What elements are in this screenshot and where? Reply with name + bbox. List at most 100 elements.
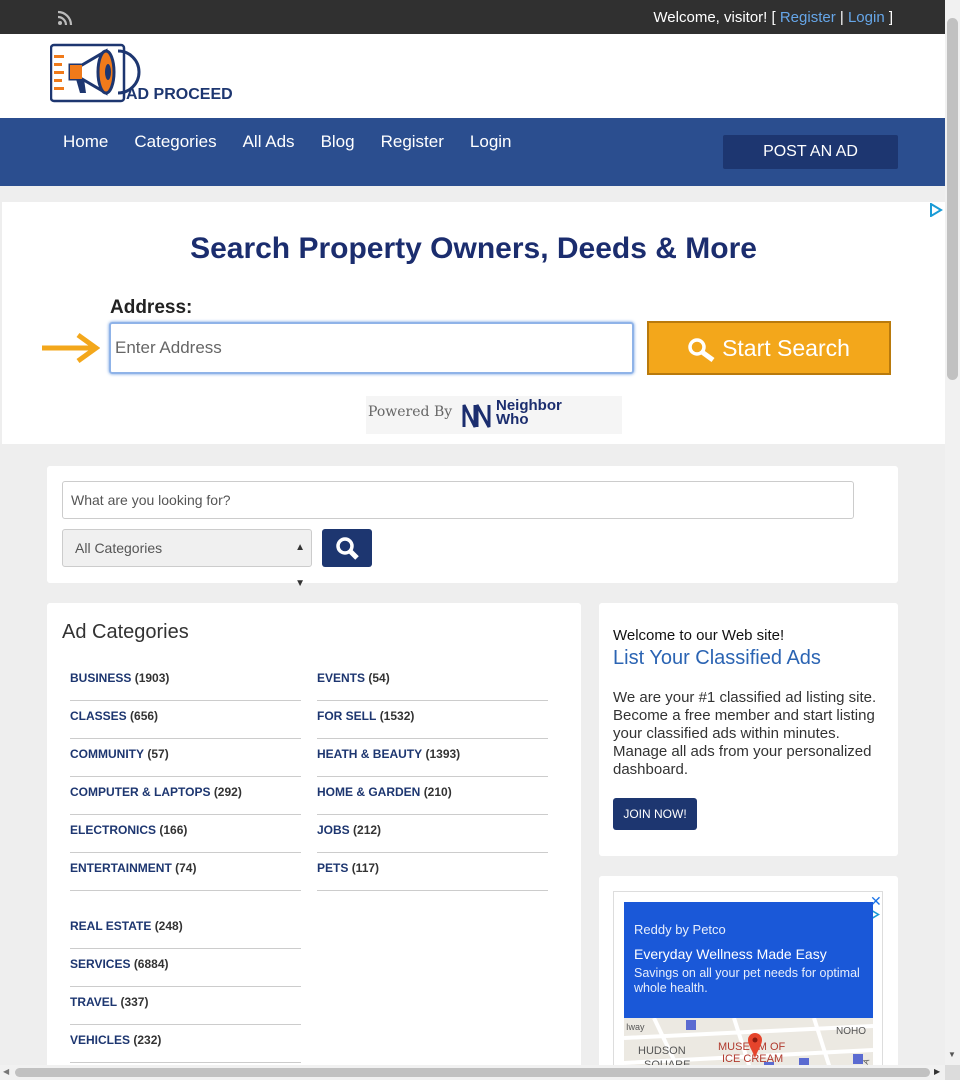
category-item[interactable]: JOBS (212) [317,823,548,853]
main-nav: Home Categories All Ads Blog Register Lo… [0,118,945,186]
category-name[interactable]: BUSINESS [70,671,131,685]
category-count: (210) [423,785,452,799]
category-count: (117) [351,861,380,875]
vertical-scrollbar-thumb[interactable] [947,18,958,380]
search-button[interactable] [322,529,372,567]
category-name[interactable]: ENTERTAINMENT [70,861,172,875]
search-panel: What are you looking for? All Categories… [47,466,898,589]
address-input[interactable]: Enter Address [109,322,634,374]
adchoices-icon[interactable] [929,203,943,217]
category-name[interactable]: COMMUNITY [70,747,144,761]
category-item[interactable]: HOME & GARDEN (210) [317,785,548,815]
side-ad-content[interactable]: Reddy by Petco Everyday Wellness Made Ea… [624,902,873,1080]
join-now-button[interactable]: JOIN NOW! [613,798,697,830]
category-name[interactable]: PETS [317,861,348,875]
category-count: (166) [159,823,188,837]
category-item[interactable]: SERVICES (6884) [70,957,301,987]
welcome-subtitle: Welcome to our Web site! [613,627,785,644]
nav-menu: Home Categories All Ads Blog Register Lo… [63,132,538,152]
powered-by-text: Powered By [368,404,453,420]
nav-register[interactable]: Register [381,132,444,152]
welcome-prefix: Welcome, visitor! [ [653,9,776,26]
arrow-right-icon [42,332,100,364]
category-count: (232) [133,1033,162,1047]
welcome-message: Welcome, visitor! [ Register | Login ] [653,9,893,26]
category-count: (74) [175,861,197,875]
side-ad-brand: Reddy by Petco [634,922,726,937]
category-name[interactable]: SERVICES [70,957,130,971]
logo-text: AD PROCEED [126,86,233,103]
category-name[interactable]: JOBS [317,823,350,837]
scroll-left-icon[interactable]: ◀ [3,1067,9,1076]
nav-all-ads[interactable]: All Ads [243,132,295,152]
category-name[interactable]: REAL ESTATE [70,919,151,933]
category-count: (54) [368,671,390,685]
category-item[interactable]: ELECTRONICS (166) [70,823,301,853]
ad-categories-panel: Ad Categories BUSINESS (1903) CLASSES (6… [47,603,581,1080]
nav-blog[interactable]: Blog [321,132,355,152]
category-name[interactable]: TRAVEL [70,995,117,1009]
category-name[interactable]: ELECTRONICS [70,823,156,837]
welcome-title: List Your Classified Ads [613,647,821,669]
category-item[interactable]: COMMUNITY (57) [70,747,301,777]
category-count: (1532) [379,709,415,723]
login-link[interactable]: Login [848,9,885,26]
side-ad[interactable]: ✕ Reddy by Petco Everyday Wellness Made … [613,891,883,1080]
category-item[interactable]: HEATH & BEAUTY (1393) [317,747,548,777]
site-logo[interactable]: AD PROCEED [50,43,240,105]
welcome-suffix: ] [888,9,893,26]
category-name[interactable]: VEHICLES [70,1033,130,1047]
category-item[interactable]: ENTERTAINMENT (74) [70,861,301,891]
register-link[interactable]: Register [780,9,836,26]
category-item[interactable]: PETS (117) [317,861,548,891]
neighborwho-brand: Neighbor Who [496,398,562,428]
banner-ad-title: Search Property Owners, Deeds & More [190,232,757,265]
nav-categories[interactable]: Categories [134,132,216,152]
category-count: (292) [213,785,242,799]
side-ad-subtext: Savings on all your pet needs for optima… [634,966,860,995]
ad-categories-heading: Ad Categories [62,621,189,643]
category-name[interactable]: HOME & GARDEN [317,785,420,799]
category-name[interactable]: EVENTS [317,671,365,685]
search-input[interactable]: What are you looking for? [62,481,854,519]
post-ad-button[interactable]: POST AN AD [723,135,898,169]
search-icon [336,537,359,560]
category-item[interactable]: COMPUTER & LAPTOPS (292) [70,785,301,815]
side-ad-headline: Everyday Wellness Made Easy [634,946,827,962]
category-item[interactable]: EVENTS (54) [317,671,548,701]
category-item[interactable]: FOR SELL (1532) [317,709,548,739]
horizontal-scrollbar-thumb[interactable] [15,1068,930,1077]
banner-ad[interactable]: Search Property Owners, Deeds & More Add… [2,202,945,444]
category-count: (57) [147,747,169,761]
category-name[interactable]: CLASSES [70,709,127,723]
powered-by: Powered By Neighbor Who [366,396,622,434]
category-item[interactable]: BUSINESS (1903) [70,671,301,701]
category-item[interactable]: CLASSES (656) [70,709,301,739]
welcome-description: We are your #1 classified ad listing sit… [613,689,877,778]
category-count: (1393) [425,747,461,761]
scroll-down-icon[interactable]: ▼ [948,1050,956,1059]
rss-icon[interactable] [57,10,73,26]
start-search-button[interactable]: Start Search [647,321,891,375]
scroll-right-icon[interactable]: ▶ [934,1067,940,1076]
category-item[interactable]: TRAVEL (337) [70,995,301,1025]
separator: | [839,9,844,26]
search-icon [688,338,715,362]
nav-login[interactable]: Login [470,132,512,152]
nav-home[interactable]: Home [63,132,108,152]
header: AD PROCEED [0,34,945,118]
map-label: NOHO [836,1026,866,1037]
category-name[interactable]: COMPUTER & LAPTOPS [70,785,210,799]
brand-line2: Who [496,411,529,428]
map-label: Iway [626,1022,645,1032]
category-select-value: All Categories [75,540,163,556]
category-count: (248) [154,919,183,933]
category-name[interactable]: FOR SELL [317,709,376,723]
category-count: (337) [120,995,149,1009]
address-label: Address: [110,297,193,318]
category-count: (6884) [133,957,169,971]
category-item[interactable]: VEHICLES (232) [70,1033,301,1063]
category-name[interactable]: HEATH & BEAUTY [317,747,422,761]
category-select[interactable]: All Categories ▲ ▼ [62,529,312,589]
category-item[interactable]: REAL ESTATE (248) [70,919,301,949]
